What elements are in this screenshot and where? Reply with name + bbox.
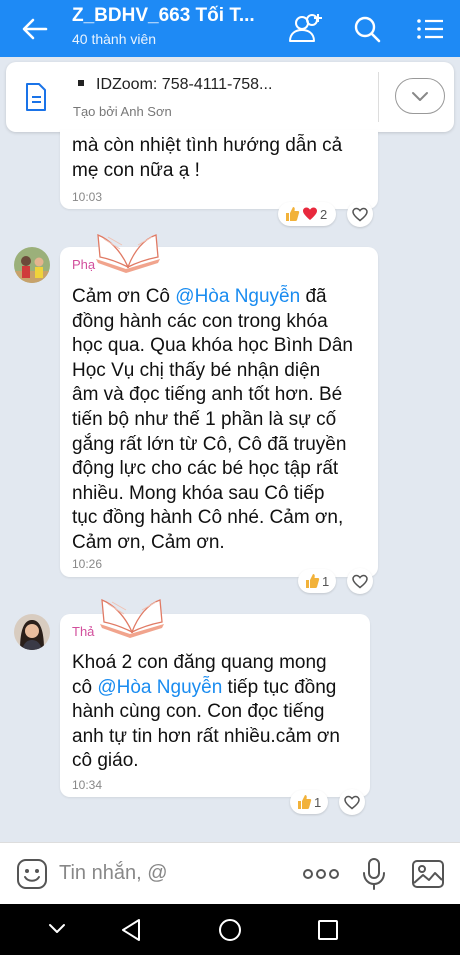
chevron-down-icon: [412, 92, 428, 101]
reaction-summary[interactable]: 1: [290, 790, 328, 814]
reaction-count: 1: [314, 794, 322, 810]
add-member-icon[interactable]: [285, 10, 325, 48]
react-button[interactable]: [347, 201, 373, 227]
mention-link[interactable]: @Hòa Nguyễn: [97, 677, 222, 698]
document-icon: [26, 83, 46, 111]
sender-name: Thả: [72, 624, 95, 639]
like-icon: [306, 574, 320, 588]
back-arrow-icon[interactable]: [18, 12, 52, 46]
image-icon[interactable]: [411, 858, 445, 890]
pinned-message-bar[interactable]: IDZoom: 758-4111-758... Tạo bởi Anh Sơn: [6, 62, 454, 132]
nav-back-icon[interactable]: [120, 918, 142, 942]
pinned-title: IDZoom: 758-4111-758...: [78, 76, 272, 94]
message-text: Khoá 2 con đăng quang mong cô @Hòa Nguyễ…: [72, 652, 340, 772]
message-input-bar: Tin nhắn, @: [0, 842, 460, 904]
like-icon: [286, 207, 300, 221]
sticker-icon[interactable]: [16, 858, 48, 890]
microphone-icon[interactable]: [361, 857, 387, 891]
book-sticker-icon: [96, 234, 160, 273]
mention-link[interactable]: @Hòa Nguyễn: [175, 286, 300, 307]
react-button[interactable]: [347, 568, 373, 594]
message-time: 10:26: [72, 557, 103, 571]
message-time: 10:34: [72, 778, 103, 792]
avatar[interactable]: [14, 614, 50, 650]
message-text: mà còn nhiệt tình hướng dẫn cả mẹ con nữ…: [72, 135, 343, 181]
heart-icon: [352, 574, 368, 588]
reaction-summary[interactable]: 2: [278, 202, 336, 226]
message-input[interactable]: Tin nhắn, @: [59, 862, 168, 885]
nav-recents-icon[interactable]: [317, 919, 339, 941]
nav-home-icon[interactable]: [218, 918, 242, 942]
message-bubble[interactable]: Thả Khoá 2 con đăng quang mong cô @Hòa N…: [60, 614, 370, 797]
message-time: 10:03: [72, 190, 103, 204]
system-nav-bar: [0, 904, 460, 955]
expand-pinned-button[interactable]: [395, 78, 445, 114]
message-bubble[interactable]: mà còn nhiệt tình hướng dẫn cả mẹ con nữ…: [60, 130, 378, 209]
book-sticker-icon: [100, 599, 164, 638]
heart-icon: [344, 795, 360, 809]
heart-icon: [352, 207, 368, 221]
reaction-summary[interactable]: 1: [298, 569, 336, 593]
menu-list-icon[interactable]: [410, 10, 450, 48]
avatar[interactable]: [14, 247, 50, 283]
reaction-count: 2: [320, 206, 328, 222]
group-title[interactable]: Z_BDHV_663 Tối T...: [72, 5, 262, 27]
chat-header: Z_BDHV_663 Tối T... 40 thành viên: [0, 0, 460, 57]
react-button[interactable]: [339, 789, 365, 815]
like-icon: [298, 795, 312, 809]
reaction-count: 1: [322, 573, 330, 589]
search-icon[interactable]: [348, 10, 388, 48]
member-count: 40 thành viên: [72, 31, 157, 47]
message-bubble[interactable]: Phạ Cảm ơn Cô @Hòa Nguyễn đã đồng hành c…: [60, 247, 378, 577]
message-text: Cảm ơn Cô @Hòa Nguyễn đã đồng hành các c…: [72, 286, 353, 553]
divider: [378, 72, 379, 122]
more-icon[interactable]: [302, 864, 340, 884]
nav-down-icon[interactable]: [48, 922, 66, 936]
heart-icon: [303, 207, 317, 220]
pinned-author: Tạo bởi Anh Sơn: [73, 104, 172, 119]
